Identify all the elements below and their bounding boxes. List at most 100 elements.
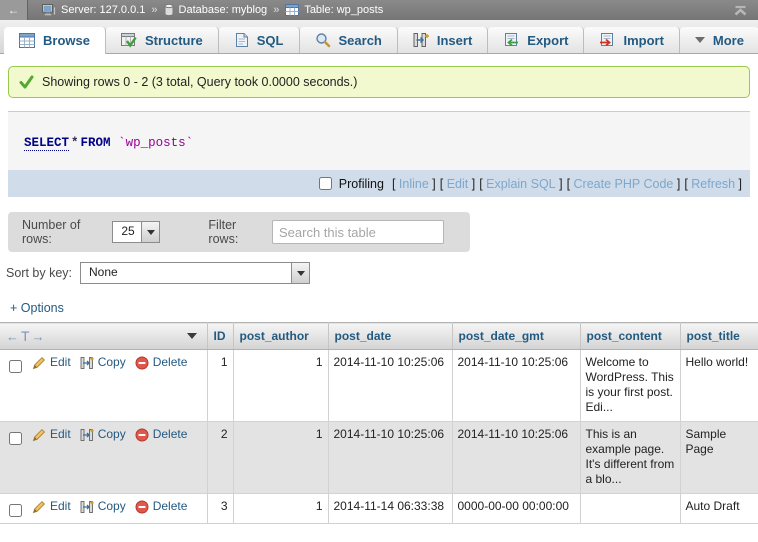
breadcrumb: Server: 127.0.0.1 » Database: myblog » T… [42, 4, 733, 17]
profiling-link-wrap: [ Inline ] [392, 177, 436, 191]
tab-insert[interactable]: Insert [398, 27, 488, 53]
sql-keyword-select[interactable]: SELECT [24, 136, 69, 151]
delete-label: Delete [153, 355, 188, 370]
breadcrumb-separator: » [151, 4, 157, 16]
sort-by-key-label: Sort by key: [6, 266, 72, 280]
cell-post_content: This is an example page. It's different … [580, 422, 680, 494]
cell-post_content: Welcome to WordPress. This is your first… [580, 350, 680, 422]
column-header-post_content[interactable]: post_content [580, 323, 680, 350]
delete-icon [135, 356, 149, 370]
column-header-actions: ← T → [0, 323, 207, 350]
profiling-link-explain-sql[interactable]: Explain SQL [486, 177, 555, 191]
copy-link[interactable]: Copy [80, 355, 126, 370]
delete-link[interactable]: Delete [135, 355, 188, 370]
tab-label: Search [339, 33, 382, 48]
right-arrow-icon[interactable]: → [32, 329, 46, 344]
query-box: SELECT*FROM `wp_posts` Profiling [ Inlin… [8, 111, 750, 197]
sql-icon [234, 32, 249, 48]
filter-rows-label: Filter rows: [208, 218, 262, 246]
row-actions-cell: Edit Copy Delete [0, 494, 207, 524]
cell-post_content [580, 494, 680, 524]
edit-link[interactable]: Edit [32, 499, 71, 514]
pencil-icon [32, 428, 46, 442]
copy-label: Copy [98, 427, 126, 442]
profiling-links: [ Inline ][ Edit ][ Explain SQL ][ Creat… [388, 177, 742, 191]
delete-label: Delete [153, 499, 188, 514]
copy-link[interactable]: Copy [80, 499, 126, 514]
profiling-link-create-php-code[interactable]: Create PHP Code [574, 177, 674, 191]
tee-icon[interactable]: T [21, 328, 31, 344]
column-header-post_date[interactable]: post_date [328, 323, 452, 350]
cell-post_author: 1 [233, 494, 328, 524]
sql-keyword-from: FROM [81, 136, 111, 150]
tab-import[interactable]: Import [584, 27, 679, 53]
pencil-icon [32, 500, 46, 514]
tab-browse[interactable]: Browse [4, 27, 106, 54]
cell-post_date: 2014-11-10 10:25:06 [328, 350, 452, 422]
table-icon [285, 4, 299, 16]
copy-icon [80, 356, 94, 370]
select-dropdown-button[interactable] [291, 263, 309, 283]
server-icon [42, 4, 56, 17]
table-row: EditCopyDelete112014-11-10 10:25:062014-… [0, 350, 758, 422]
table-header-row: ← T → IDpost_authorpost_datepost_date_gm… [0, 323, 758, 350]
browse-table-icon [19, 33, 35, 48]
sort-key-select[interactable]: None [80, 262, 310, 284]
edit-link[interactable]: Edit [32, 355, 71, 370]
tab-structure[interactable]: Structure [106, 27, 219, 53]
profiling-checkbox[interactable] [319, 177, 332, 190]
tab-more[interactable]: More [680, 27, 758, 53]
row-checkbox[interactable] [9, 504, 22, 517]
copy-icon [80, 500, 94, 514]
tab-export[interactable]: Export [488, 27, 584, 53]
column-header-post_author[interactable]: post_author [233, 323, 328, 350]
column-header-ID[interactable]: ID [207, 323, 233, 350]
options-toggle-link[interactable]: + Options [10, 301, 64, 315]
cell-post_author: 1 [233, 422, 328, 494]
cell-post_date_gmt: 2014-11-10 10:25:06 [452, 422, 580, 494]
sql-identifier: `wp_posts` [118, 136, 193, 150]
back-button[interactable]: ← [0, 0, 28, 20]
delete-link[interactable]: Delete [135, 499, 188, 514]
database-icon [164, 4, 174, 16]
num-rows-label: Number of rows: [22, 218, 102, 246]
delete-link[interactable]: Delete [135, 427, 188, 442]
column-header-post_title[interactable]: post_title [680, 323, 758, 350]
cell-post_date_gmt: 0000-00-00 00:00:00 [452, 494, 580, 524]
check-icon [19, 75, 34, 89]
rows-per-page-value: 25 [113, 222, 141, 242]
edit-label: Edit [50, 499, 71, 514]
structure-icon [121, 33, 137, 48]
profiling-link-refresh[interactable]: Refresh [691, 177, 735, 191]
left-arrow-icon[interactable]: ← [6, 329, 20, 344]
profiling-link-wrap: [ Edit ] [440, 177, 475, 191]
tab-sql[interactable]: SQL [219, 27, 300, 53]
tab-label: Export [527, 33, 568, 48]
scroll-top-icon[interactable] [733, 5, 748, 16]
tab-label: Structure [145, 33, 203, 48]
filter-rows-input[interactable] [272, 220, 444, 244]
table-row: EditCopyDelete212014-11-10 10:25:062014-… [0, 422, 758, 494]
cell-post_date_gmt: 2014-11-10 10:25:06 [452, 350, 580, 422]
sql-star: * [71, 136, 79, 150]
row-checkbox[interactable] [9, 432, 22, 445]
breadcrumb-table[interactable]: Table: wp_posts [304, 4, 383, 16]
select-dropdown-button[interactable] [141, 222, 159, 242]
sort-options-icon[interactable] [187, 333, 197, 339]
copy-link[interactable]: Copy [80, 427, 126, 442]
breadcrumb-separator: » [273, 4, 279, 16]
profiling-link-inline[interactable]: Inline [399, 177, 429, 191]
rows-per-page-select[interactable]: 25 [112, 221, 160, 243]
tab-search[interactable]: Search [300, 27, 398, 53]
tab-bar: Browse Structure SQL Search Insert Expor… [0, 20, 758, 54]
profiling-link-edit[interactable]: Edit [447, 177, 469, 191]
search-icon [315, 32, 331, 48]
row-checkbox[interactable] [9, 360, 22, 373]
cell-post_date: 2014-11-10 10:25:06 [328, 422, 452, 494]
delete-icon [135, 428, 149, 442]
column-header-post_date_gmt[interactable]: post_date_gmt [452, 323, 580, 350]
edit-link[interactable]: Edit [32, 427, 71, 442]
breadcrumb-server[interactable]: Server: 127.0.0.1 [61, 4, 145, 16]
tab-label: More [713, 33, 744, 48]
breadcrumb-database[interactable]: Database: myblog [179, 4, 268, 16]
